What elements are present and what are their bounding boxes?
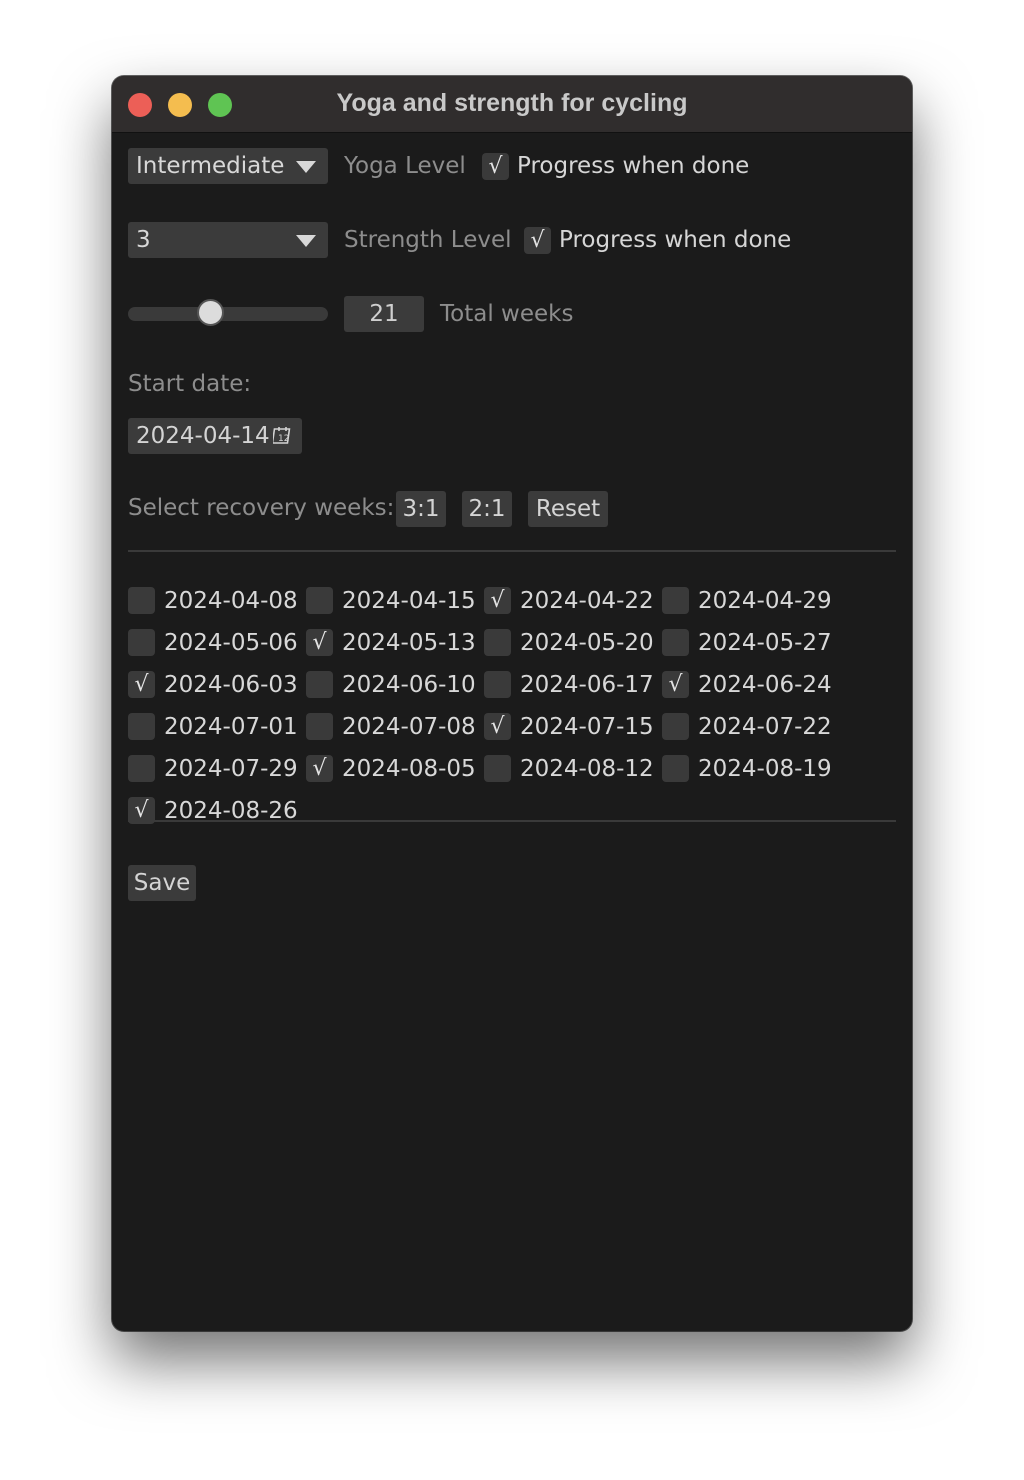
recovery-week-date: 2024-04-08 xyxy=(164,588,298,614)
checkmark-icon: √ xyxy=(530,228,545,253)
checkmark-icon: √ xyxy=(490,714,505,739)
yoga-level-dropdown[interactable]: Intermediate xyxy=(128,148,328,184)
checkmark-icon: √ xyxy=(134,672,149,697)
recovery-week-checkbox[interactable]: √ xyxy=(484,587,511,614)
window-title: Yoga and strength for cycling xyxy=(336,89,688,117)
recovery-week-date: 2024-07-22 xyxy=(698,714,832,740)
checkmark-icon: √ xyxy=(312,630,327,655)
recovery-week-date: 2024-04-22 xyxy=(520,588,654,614)
recovery-week-date: 2024-05-13 xyxy=(342,630,476,656)
strength-progress-checkbox[interactable]: √ xyxy=(524,227,551,254)
yoga-progress-checkbox[interactable]: √ xyxy=(482,153,509,180)
recovery-week-date: 2024-06-10 xyxy=(342,672,476,698)
recovery-week-checkbox[interactable] xyxy=(484,671,511,698)
recovery-week-checkbox[interactable]: √ xyxy=(484,713,511,740)
recovery-week-checkbox[interactable]: √ xyxy=(662,671,689,698)
slider-thumb[interactable] xyxy=(197,299,225,326)
divider xyxy=(128,550,896,552)
recovery-week-checkbox[interactable] xyxy=(484,629,511,656)
recovery-week-checkbox[interactable] xyxy=(662,713,689,740)
recovery-week-date: 2024-06-17 xyxy=(520,672,654,698)
recovery-week-date: 2024-08-26 xyxy=(164,798,298,824)
recovery-week-checkbox[interactable] xyxy=(128,755,155,782)
checkmark-icon: √ xyxy=(490,588,505,613)
chevron-down-icon xyxy=(296,235,316,247)
strength-level-label: Strength Level xyxy=(344,227,512,253)
recovery-week-date: 2024-04-15 xyxy=(342,588,476,614)
reset-button[interactable]: Reset xyxy=(528,491,608,527)
divider xyxy=(128,820,896,822)
svg-text:12: 12 xyxy=(278,434,289,444)
checkmark-icon: √ xyxy=(312,756,327,781)
recovery-week-date: 2024-08-19 xyxy=(698,756,832,782)
checkmark-icon: √ xyxy=(668,672,683,697)
recovery-week-date: 2024-07-29 xyxy=(164,756,298,782)
recovery-week-checkbox[interactable] xyxy=(662,755,689,782)
recovery-week-checkbox[interactable] xyxy=(128,629,155,656)
checkmark-icon: √ xyxy=(488,154,503,179)
recovery-week-checkbox[interactable] xyxy=(484,755,511,782)
recovery-week-date: 2024-05-27 xyxy=(698,630,832,656)
recovery-week-date: 2024-05-06 xyxy=(164,630,298,656)
recovery-week-checkbox[interactable] xyxy=(128,587,155,614)
yoga-level-value: Intermediate xyxy=(136,153,285,179)
yoga-progress-label: Progress when done xyxy=(517,153,750,179)
recovery-week-checkbox[interactable] xyxy=(662,587,689,614)
chevron-down-icon xyxy=(296,161,316,173)
recovery-week-date: 2024-07-01 xyxy=(164,714,298,740)
recovery-week-checkbox[interactable] xyxy=(306,671,333,698)
recovery-week-checkbox[interactable] xyxy=(662,629,689,656)
total-weeks-slider[interactable] xyxy=(128,307,328,321)
save-button[interactable]: Save xyxy=(128,865,196,901)
recovery-week-checkbox[interactable] xyxy=(306,587,333,614)
recovery-weeks-label: Select recovery weeks: xyxy=(128,495,395,521)
yoga-level-label: Yoga Level xyxy=(344,153,466,179)
recovery-week-checkbox[interactable] xyxy=(128,713,155,740)
recovery-week-date: 2024-06-03 xyxy=(164,672,298,698)
recovery-week-date: 2024-05-20 xyxy=(520,630,654,656)
recovery-week-date: 2024-07-08 xyxy=(342,714,476,740)
start-date-picker[interactable]: 2024-04-14 12 xyxy=(128,418,302,454)
main-content: Intermediate Yoga Level √ Progress when … xyxy=(112,132,912,1331)
start-date-value: 2024-04-14 xyxy=(136,423,270,449)
recovery-week-checkbox[interactable] xyxy=(306,713,333,740)
recovery-week-checkbox[interactable]: √ xyxy=(128,671,155,698)
preset-3-1-button[interactable]: 3:1 xyxy=(396,491,446,527)
recovery-week-date: 2024-07-15 xyxy=(520,714,654,740)
recovery-week-date: 2024-08-05 xyxy=(342,756,476,782)
app-window: Yoga and strength for cycling Intermedia… xyxy=(112,76,912,1331)
preset-2-1-button[interactable]: 2:1 xyxy=(462,491,512,527)
start-date-label: Start date: xyxy=(128,371,252,397)
total-weeks-input[interactable]: 21 xyxy=(344,296,424,332)
recovery-week-date: 2024-08-12 xyxy=(520,756,654,782)
calendar-icon: 12 xyxy=(273,427,291,444)
recovery-week-date: 2024-04-29 xyxy=(698,588,832,614)
recovery-week-date: 2024-06-24 xyxy=(698,672,832,698)
strength-level-dropdown[interactable]: 3 xyxy=(128,222,328,258)
title-bar[interactable]: Yoga and strength for cycling xyxy=(112,76,912,133)
strength-level-value: 3 xyxy=(136,227,151,253)
recovery-week-checkbox[interactable]: √ xyxy=(306,629,333,656)
strength-progress-label: Progress when done xyxy=(559,227,792,253)
recovery-week-checkbox[interactable]: √ xyxy=(306,755,333,782)
total-weeks-label: Total weeks xyxy=(440,301,574,327)
